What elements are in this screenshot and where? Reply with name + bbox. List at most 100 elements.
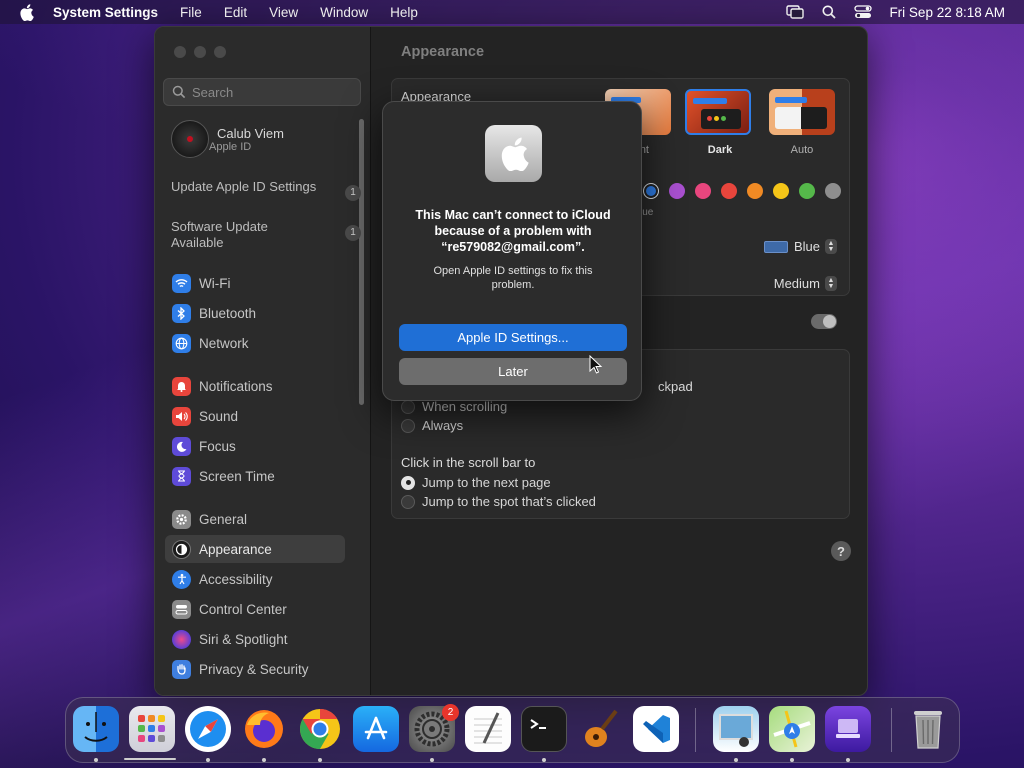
sidebar-item-siri-spotlight[interactable]: Siri & Spotlight	[165, 625, 345, 653]
chevron-updown-icon: ▲ ▼	[825, 276, 837, 291]
trash-icon[interactable]	[905, 706, 951, 752]
control-center-icon[interactable]	[853, 4, 873, 20]
chrome-icon[interactable]	[297, 706, 343, 752]
accent-color-blue[interactable]	[643, 183, 659, 199]
avatar	[171, 120, 209, 158]
preview-icon[interactable]	[713, 706, 759, 752]
accent-color-red[interactable]	[721, 183, 737, 199]
click-scroll-bar-label: Click in the scroll bar to	[401, 455, 536, 470]
mode-label-dark: Dark	[707, 144, 733, 156]
sidebar-item-control-center[interactable]: Control Center	[165, 595, 345, 623]
spotlight-search-icon[interactable]	[819, 4, 839, 20]
menu-window[interactable]: Window	[320, 5, 368, 20]
sidebar-item-privacy-security[interactable]: Privacy & Security	[165, 655, 345, 683]
accent-selected-label: lue	[640, 207, 654, 218]
apple-id-settings-button[interactable]: Apple ID Settings...	[399, 324, 627, 351]
software-update-notice[interactable]: Software Update Available 1	[171, 219, 361, 251]
accent-color-pink[interactable]	[695, 183, 711, 199]
window-controls	[174, 46, 226, 58]
sidebar-item-label: Notifications	[199, 378, 273, 394]
vscode-icon[interactable]	[633, 706, 679, 752]
accent-color-orange[interactable]	[747, 183, 763, 199]
accent-color-graphite[interactable]	[825, 183, 841, 199]
app-store-icon[interactable]	[353, 706, 399, 752]
sidebar-item-bluetooth[interactable]: Bluetooth	[165, 299, 345, 327]
sidebar-item-accessibility[interactable]: Accessibility	[165, 565, 345, 593]
search-field[interactable]: Search	[163, 78, 361, 106]
sidebar-item-label: Network	[199, 335, 249, 351]
mouse-pointer-icon	[589, 355, 603, 374]
notice-badge: 1	[345, 225, 361, 241]
globe-icon	[172, 333, 191, 353]
sidebar: Search Calub Viem Apple ID Update Apple …	[155, 27, 371, 695]
sidebar-item-label: Sound	[199, 408, 239, 424]
radio-jump-spot-clicked[interactable]: Jump to the spot that’s clicked	[401, 494, 596, 509]
launchpad-icon[interactable]	[129, 706, 175, 752]
speaker-icon	[172, 406, 191, 426]
zoom-window-button[interactable]	[214, 46, 226, 58]
apple-menu-icon[interactable]	[19, 3, 39, 21]
sidebar-item-appearance[interactable]: Appearance	[165, 535, 345, 563]
accent-color-purple[interactable]	[669, 183, 685, 199]
running-indicator	[262, 758, 266, 762]
sidebar-item-label: Focus	[199, 438, 236, 454]
sidebar-item-label: Siri & Spotlight	[199, 631, 288, 647]
sidebar-item-wifi[interactable]: Wi-Fi	[165, 269, 345, 297]
radio-label: Jump to the spot that’s clicked	[422, 494, 596, 509]
moon-icon	[172, 436, 191, 456]
sidebar-item-general[interactable]: General	[165, 505, 345, 533]
radio-jump-next-page[interactable]: Jump to the next page	[401, 475, 551, 490]
menu-clock[interactable]: Fri Sep 22 8:18 AM	[889, 5, 1005, 20]
radio-label: When scrolling	[422, 399, 508, 414]
sidebar-icon-size-select[interactable]: Medium ▲ ▼	[774, 276, 837, 291]
gear-icon	[172, 509, 191, 529]
menu-app-name[interactable]: System Settings	[53, 5, 158, 20]
auto-mode-thumbnail[interactable]	[769, 89, 835, 135]
maps-icon[interactable]	[769, 706, 815, 752]
running-indicator	[846, 758, 850, 762]
accessibility-icon	[172, 569, 191, 589]
siri-icon	[172, 629, 191, 649]
firefox-icon[interactable]	[241, 706, 287, 752]
help-button[interactable]: ?	[831, 541, 851, 561]
sidebar-item-label: Accessibility	[199, 571, 273, 587]
sidebar-item-network[interactable]: Network	[165, 329, 345, 357]
search-placeholder: Search	[192, 84, 234, 100]
sidebar-item-notifications[interactable]: Notifications	[165, 372, 345, 400]
screen-sharing-icon[interactable]	[825, 706, 871, 752]
terminal-icon[interactable]	[521, 706, 567, 752]
menu-edit[interactable]: Edit	[224, 5, 247, 20]
radio-when-scrolling[interactable]: When scrolling	[401, 399, 507, 414]
wallpaper-tinting-toggle[interactable]	[811, 314, 837, 329]
sidebar-item-label: Bluetooth	[199, 305, 257, 321]
sidebar-item-focus[interactable]: Focus	[165, 432, 345, 460]
radio-button	[401, 494, 415, 509]
accent-color-yellow[interactable]	[773, 183, 789, 199]
highlight-color-select[interactable]: Blue ▲ ▼	[763, 239, 837, 254]
apple-id-profile[interactable]: Calub Viem Apple ID	[171, 120, 284, 158]
sidebar-item-label: Wi-Fi	[199, 275, 231, 291]
radio-always[interactable]: Always	[401, 418, 463, 433]
update-apple-id-notice[interactable]: Update Apple ID Settings 1	[171, 179, 361, 201]
textedit-icon[interactable]	[465, 706, 511, 752]
garageband-icon[interactable]	[577, 706, 623, 752]
menu-bar: System Settings File Edit View Window He…	[0, 0, 1024, 24]
sidebar-item-screen-time[interactable]: Screen Time	[165, 462, 345, 490]
screen-mirroring-icon[interactable]	[785, 4, 805, 20]
dialog-title: This Mac can’t connect to iCloud because…	[415, 208, 611, 254]
close-window-button[interactable]	[174, 46, 186, 58]
sidebar-scrollbar[interactable]	[359, 119, 364, 405]
dark-mode-thumbnail[interactable]	[685, 89, 751, 135]
minimize-window-button[interactable]	[194, 46, 206, 58]
menu-view[interactable]: View	[269, 5, 298, 20]
menu-help[interactable]: Help	[390, 5, 418, 20]
finder-icon[interactable]	[73, 706, 119, 752]
wifi-icon	[172, 273, 191, 293]
running-indicator	[318, 758, 322, 762]
accent-color-green[interactable]	[799, 183, 815, 199]
dock-separator	[891, 708, 892, 752]
system-settings-app-icon	[485, 125, 542, 182]
safari-icon[interactable]	[185, 706, 231, 752]
menu-file[interactable]: File	[180, 5, 202, 20]
sidebar-item-sound[interactable]: Sound	[165, 402, 345, 430]
